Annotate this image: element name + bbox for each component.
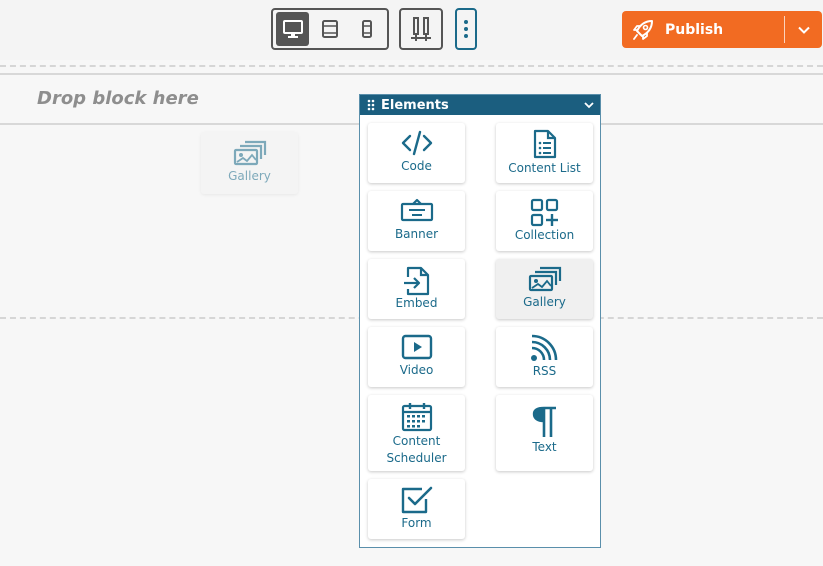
device-preview-group [271,8,389,50]
document-list-icon [533,129,556,159]
elements-panel: Elements Code Content List Banner Collec… [359,94,601,548]
layout-columns-button[interactable] [399,8,443,50]
desktop-icon [282,20,303,38]
rocket-icon [633,19,653,40]
element-banner[interactable]: Banner [368,191,465,251]
column-layout-icon [411,17,431,41]
mobile-icon [362,20,373,38]
element-label: Content [392,434,441,448]
desktop-preview-button[interactable] [276,12,310,46]
video-play-icon [401,334,432,360]
collapse-chevron-icon[interactable] [584,101,594,109]
element-label: Code [401,159,432,173]
rss-icon [530,334,557,361]
dragging-tile-label: Gallery [228,169,271,183]
element-collection[interactable]: Collection [496,191,593,251]
element-label: Collection [514,228,575,242]
element-embed[interactable]: Embed [368,259,465,319]
element-content-scheduler[interactable]: Content Scheduler [368,395,465,471]
element-label: Embed [395,296,438,310]
element-video[interactable]: Video [368,327,465,387]
dragging-gallery-tile[interactable]: Gallery [201,132,298,194]
publish-options-dropdown[interactable] [785,11,822,48]
form-checkbox-icon [401,486,432,514]
publish-split-button: Publish [622,11,822,48]
element-code[interactable]: Code [368,123,465,183]
elements-panel-header[interactable]: Elements [360,95,600,115]
code-icon [401,130,432,156]
gallery-icon [233,140,266,166]
publish-button[interactable]: Publish [622,11,784,48]
element-label: Text [532,440,557,454]
element-label: Banner [394,227,439,241]
elements-panel-title: Elements [381,97,449,113]
element-label: Form [401,516,432,530]
element-label: RSS [532,364,557,378]
section-dashed-border-top [0,65,823,67]
tablet-preview-button[interactable] [313,12,346,46]
mobile-preview-button[interactable] [351,12,384,46]
tablet-icon [321,20,338,38]
banner-icon [400,198,433,222]
vertical-dots-icon [464,20,468,38]
embed-file-icon [403,266,429,296]
gallery-icon [528,266,561,292]
element-rss[interactable]: RSS [496,327,593,387]
element-content-list[interactable]: Content List [496,123,593,183]
chevron-down-icon [797,26,810,34]
drop-zone-label: Drop block here [37,88,199,109]
pilcrow-icon [532,406,556,437]
publish-label: Publish [665,21,724,38]
element-gallery[interactable]: Gallery [496,259,593,319]
element-text[interactable]: Text [496,395,593,471]
top-toolbar: Publish [0,0,823,60]
element-label: Gallery [523,295,566,309]
element-form[interactable]: Form [368,479,465,539]
collection-icon [530,198,558,227]
more-options-button[interactable] [455,8,477,50]
calendar-icon [401,403,432,432]
element-label: Video [399,363,434,377]
element-label-line2: Scheduler [386,451,447,465]
element-label: Content List [508,161,581,175]
drag-grip-icon[interactable] [367,99,375,111]
